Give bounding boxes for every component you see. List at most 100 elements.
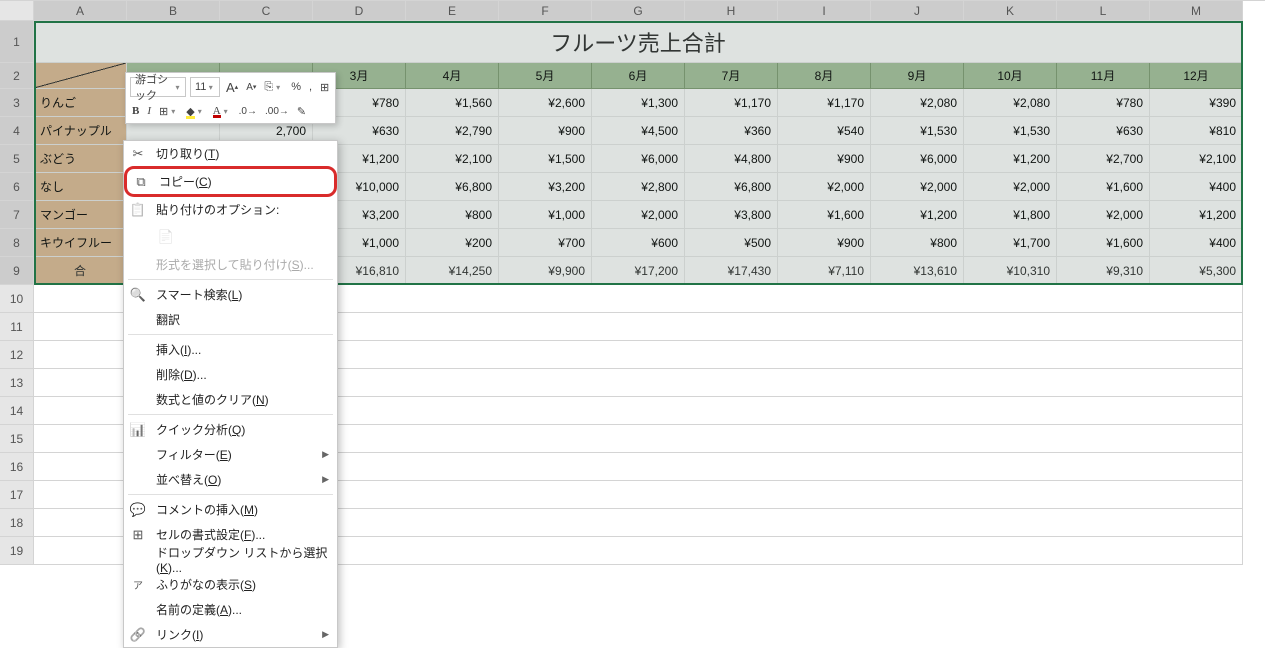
cell[interactable]: ¥6,000	[592, 145, 685, 173]
row-header-4[interactable]: 4	[0, 117, 34, 145]
ctx-copy[interactable]: コピー(C)	[127, 169, 334, 194]
fill-color-button[interactable]: ◆▾	[184, 101, 206, 121]
cell[interactable]: ¥6,800	[685, 173, 778, 201]
comma-style-button[interactable]: ,	[307, 77, 314, 97]
row-header-9[interactable]: 9	[0, 257, 34, 285]
percent-button[interactable]: %	[289, 77, 303, 97]
month-header-9[interactable]: 9月	[871, 63, 964, 89]
col-header-L[interactable]: L	[1057, 1, 1150, 21]
ctx-furigana[interactable]: ふりがなの表示(S)	[124, 572, 337, 597]
row-label[interactable]: パイナップル	[34, 117, 127, 145]
col-header-I[interactable]: I	[778, 1, 871, 21]
cell[interactable]: ¥4,800	[685, 145, 778, 173]
diag-header-cell[interactable]	[34, 63, 127, 89]
ctx-paste-options[interactable]: 貼り付けのオプション:	[124, 197, 337, 222]
cell[interactable]: ¥2,000	[592, 201, 685, 229]
cell[interactable]: ¥1,200	[964, 145, 1057, 173]
row-header-12[interactable]: 12	[0, 341, 34, 369]
cell[interactable]: ¥400	[1150, 229, 1243, 257]
row-header-2[interactable]: 2	[0, 63, 34, 89]
cell[interactable]: ¥400	[1150, 173, 1243, 201]
col-header-G[interactable]: G	[592, 1, 685, 21]
row-header-19[interactable]: 19	[0, 537, 34, 565]
cell[interactable]: ¥4,500	[592, 117, 685, 145]
cell[interactable]: ¥1,800	[964, 201, 1057, 229]
cell[interactable]: ¥1,560	[406, 89, 499, 117]
row-header-15[interactable]: 15	[0, 425, 34, 453]
row-header-6[interactable]: 6	[0, 173, 34, 201]
cell[interactable]: ¥200	[406, 229, 499, 257]
cell[interactable]: ¥2,100	[406, 145, 499, 173]
row-header-11[interactable]: 11	[0, 313, 34, 341]
cell[interactable]: ¥900	[778, 145, 871, 173]
cell[interactable]: ¥2,790	[406, 117, 499, 145]
row-header-16[interactable]: 16	[0, 453, 34, 481]
cell[interactable]: ¥540	[778, 117, 871, 145]
cell[interactable]: ¥780	[1057, 89, 1150, 117]
month-header-6[interactable]: 6月	[592, 63, 685, 89]
cell[interactable]: ¥2,000	[964, 173, 1057, 201]
ctx-filter[interactable]: フィルター(E) ▶	[124, 442, 337, 467]
cell[interactable]: ¥810	[1150, 117, 1243, 145]
cell[interactable]: ¥1,530	[871, 117, 964, 145]
row-header-7[interactable]: 7	[0, 201, 34, 229]
cell[interactable]: ¥900	[499, 117, 592, 145]
row-label[interactable]: ぶどう	[34, 145, 127, 173]
bold-button[interactable]: B	[130, 101, 141, 121]
row-header-5[interactable]: 5	[0, 145, 34, 173]
italic-button[interactable]: I	[145, 101, 153, 121]
cell[interactable]: ¥2,700	[1057, 145, 1150, 173]
cell[interactable]: ¥2,000	[871, 173, 964, 201]
cell[interactable]: ¥5,300	[1150, 257, 1243, 285]
cell[interactable]: ¥9,900	[499, 257, 592, 285]
table-format-button[interactable]: ⊞	[318, 77, 331, 97]
cell[interactable]: ¥2,000	[1057, 201, 1150, 229]
ctx-insert[interactable]: 挿入(I)...	[124, 337, 337, 362]
col-header-A[interactable]: A	[34, 1, 127, 21]
cell[interactable]: ¥800	[406, 201, 499, 229]
ctx-translate[interactable]: 翻訳	[124, 307, 337, 332]
cell[interactable]: ¥6,000	[871, 145, 964, 173]
month-header-10[interactable]: 10月	[964, 63, 1057, 89]
row-header-8[interactable]: 8	[0, 229, 34, 257]
cell[interactable]: ¥2,080	[871, 89, 964, 117]
cell[interactable]: ¥6,800	[406, 173, 499, 201]
row-header-1[interactable]: 1	[0, 21, 34, 63]
cell[interactable]: ¥1,200	[871, 201, 964, 229]
row-header-13[interactable]: 13	[0, 369, 34, 397]
increase-decimal-button[interactable]: .00→	[263, 101, 291, 121]
format-painter-button[interactable]: ⎘▾	[262, 77, 285, 97]
cell[interactable]: ¥360	[685, 117, 778, 145]
month-header-11[interactable]: 11月	[1057, 63, 1150, 89]
ctx-delete[interactable]: 削除(D)...	[124, 362, 337, 387]
ctx-cut[interactable]: 切り取り(T)	[124, 141, 337, 166]
month-header-12[interactable]: 12月	[1150, 63, 1243, 89]
row-label[interactable]: りんご	[34, 89, 127, 117]
cell[interactable]: ¥1,170	[685, 89, 778, 117]
total-label[interactable]: 合	[34, 257, 127, 285]
col-header-B[interactable]: B	[127, 1, 220, 21]
row-header-3[interactable]: 3	[0, 89, 34, 117]
month-header-4[interactable]: 4月	[406, 63, 499, 89]
cell[interactable]: ¥630	[1057, 117, 1150, 145]
border-button[interactable]: ⊞▾	[157, 101, 180, 121]
cell[interactable]: ¥2,080	[964, 89, 1057, 117]
col-header-C[interactable]: C	[220, 1, 313, 21]
month-header-5[interactable]: 5月	[499, 63, 592, 89]
cell[interactable]: ¥17,430	[685, 257, 778, 285]
cell[interactable]: ¥1,600	[778, 201, 871, 229]
ctx-clear[interactable]: 数式と値のクリア(N)	[124, 387, 337, 412]
cell[interactable]: ¥17,200	[592, 257, 685, 285]
cell[interactable]: ¥1,500	[499, 145, 592, 173]
row-label[interactable]: なし	[34, 173, 127, 201]
col-header-E[interactable]: E	[406, 1, 499, 21]
ctx-define-name[interactable]: 名前の定義(A)...	[124, 597, 337, 622]
cell[interactable]: ¥9,310	[1057, 257, 1150, 285]
col-header-F[interactable]: F	[499, 1, 592, 21]
cell[interactable]: ¥1,600	[1057, 173, 1150, 201]
cell[interactable]: ¥600	[592, 229, 685, 257]
cell[interactable]: ¥1,000	[499, 201, 592, 229]
month-header-7[interactable]: 7月	[685, 63, 778, 89]
cell[interactable]: ¥1,200	[1150, 201, 1243, 229]
cell[interactable]: ¥7,110	[778, 257, 871, 285]
